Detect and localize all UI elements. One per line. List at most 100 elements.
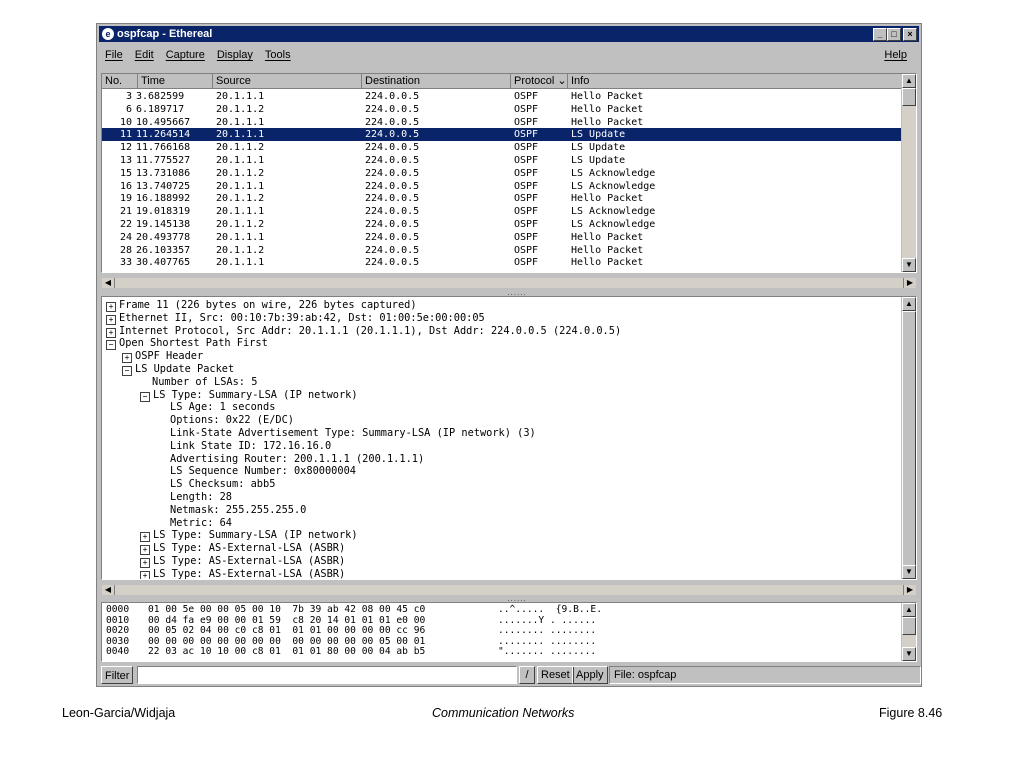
packet-cell-proto: OSPF	[514, 129, 539, 141]
tree-node[interactable]: Netmask: 255.255.255.0	[170, 504, 306, 517]
filter-edit-icon[interactable]: /	[519, 666, 535, 684]
hex-scrollbar[interactable]: ▲ ▼	[901, 603, 916, 661]
collapse-icon[interactable]: −	[106, 340, 116, 351]
scroll-thumb[interactable]	[902, 88, 916, 106]
scroll-thumb[interactable]	[902, 617, 916, 635]
packet-cell-no: 19	[119, 193, 132, 205]
filter-input[interactable]	[137, 666, 517, 684]
expand-icon[interactable]: +	[140, 558, 150, 568]
expand-icon[interactable]: +	[122, 353, 132, 364]
tree-node[interactable]: + Ethernet II, Src: 00:10:7b:39:ab:42, Ds…	[106, 312, 485, 325]
scroll-left-icon[interactable]: ◀	[102, 278, 115, 288]
packet-list-scrollbar[interactable]: ▲ ▼	[901, 74, 916, 272]
scroll-left-icon[interactable]: ◀	[102, 585, 115, 595]
packet-cell-info: Hello Packet	[571, 193, 644, 205]
menu-file[interactable]: File	[105, 49, 123, 61]
tree-node[interactable]: Number of LSAs: 5	[152, 376, 257, 389]
tree-scrollbar[interactable]: ▲ ▼	[901, 297, 916, 579]
packet-row[interactable]: 24 20.493778 20.1.1.1 224.0.0.5 OSPF Hello Pa…	[102, 231, 902, 244]
menu-tools[interactable]: Tools	[265, 49, 291, 61]
packet-cell-dst: 224.0.0.5	[365, 219, 420, 230]
title-bar[interactable]: e ospfcap - Ethereal _ □ ×	[99, 26, 919, 42]
scroll-down-icon[interactable]: ▼	[902, 258, 916, 272]
expand-icon[interactable]: +	[140, 532, 150, 543]
tree-node-label: Open Shortest Path First	[119, 337, 268, 350]
scroll-thumb[interactable]	[902, 311, 916, 567]
tree-node[interactable]: − LS Type: Summary-LSA (IP network)	[140, 389, 358, 402]
maximize-button[interactable]: □	[887, 28, 901, 41]
packet-row[interactable]: 22 19.145138 20.1.1.2 224.0.0.5 OSPF LS Ackno…	[102, 218, 902, 231]
tree-node[interactable]: + OSPF Header	[122, 350, 203, 364]
packet-cell-dst: 224.0.0.5	[365, 91, 420, 102]
menu-capture[interactable]: Capture	[166, 49, 205, 61]
tree-node[interactable]: Metric: 64	[170, 517, 232, 530]
packet-row[interactable]: 3 3.682599 20.1.1.1 224.0.0.5 OSPF Hello Pack…	[102, 90, 902, 103]
packet-row[interactable]: 33 30.407765 20.1.1.1 224.0.0.5 OSPF Hello Pa…	[102, 256, 902, 269]
packet-cell-info: Hello Packet	[571, 91, 644, 102]
packet-cell-info: LS Update	[571, 129, 626, 141]
tree-node-label: Length: 28	[170, 491, 232, 503]
tree-node[interactable]: − Open Shortest Path First	[106, 337, 268, 351]
tree-node[interactable]: Length: 28	[170, 491, 232, 504]
scroll-right-icon[interactable]: ▶	[903, 278, 916, 288]
tree-node[interactable]: Advertising Router: 200.1.1.1 (200.1.1.1…	[170, 453, 424, 466]
packet-row[interactable]: 11 11.264514 20.1.1.1 224.0.0.5 OSPF LS Updat…	[102, 128, 902, 142]
column-header-info[interactable]: Info	[568, 74, 902, 89]
packet-row[interactable]: 15 13.731086 20.1.1.2 224.0.0.5 OSPF LS Ackno…	[102, 167, 902, 180]
packet-row[interactable]: 19 16.188992 20.1.1.2 224.0.0.5 OSPF Hello Pa…	[102, 192, 902, 205]
tree-node[interactable]: Link State ID: 172.16.16.0	[170, 440, 331, 453]
filter-button[interactable]: Filter	[101, 666, 134, 684]
expand-icon[interactable]: +	[106, 302, 116, 312]
packet-row[interactable]: 21 19.018319 20.1.1.1 224.0.0.5 OSPF LS Ackno…	[102, 205, 902, 218]
minimize-button[interactable]: _	[873, 28, 887, 41]
tree-node-label: LS Type: AS-External-LSA (ASBR)	[153, 555, 346, 567]
tree-node[interactable]: LS Sequence Number: 0x80000004	[170, 465, 356, 478]
apply-button[interactable]: Apply	[572, 666, 608, 684]
tree-node[interactable]: + LS Type: AS-External-LSA (ASBR)	[140, 555, 345, 568]
collapse-icon[interactable]: −	[122, 366, 132, 376]
column-header-no[interactable]: No.	[102, 74, 138, 89]
tree-node[interactable]: + Frame 11 (226 bytes on wire, 226 bytes …	[106, 299, 417, 312]
packet-row[interactable]: 28 26.103357 20.1.1.2 224.0.0.5 OSPF Hello Pa…	[102, 244, 902, 257]
tree-node[interactable]: + LS Type: Summary-LSA (IP network)	[140, 529, 358, 543]
scroll-down-icon[interactable]: ▼	[902, 647, 916, 661]
column-header-protocol[interactable]: Protocol ⌄	[511, 74, 568, 89]
column-header-destination[interactable]: Destination	[362, 74, 511, 89]
scroll-right-icon[interactable]: ▶	[903, 585, 916, 595]
tree-node[interactable]: LS Age: 1 seconds	[170, 401, 275, 414]
tree-node-label: Advertising Router: 200.1.1.1 (200.1.1.1…	[170, 452, 425, 465]
packet-cell-info: LS Acknowledge	[571, 206, 656, 218]
hex-ascii: "....... ........	[498, 646, 597, 658]
tree-node[interactable]: + LS Type: AS-External-LSA (ASBR)	[140, 568, 345, 579]
expand-icon[interactable]: +	[106, 327, 116, 338]
tree-node[interactable]: Options: 0x22 (E/DC)	[170, 414, 294, 427]
tree-node[interactable]: + Internet Protocol, Src Addr: 20.1.1.1 (…	[106, 325, 621, 338]
menu-display[interactable]: Display	[217, 49, 253, 61]
packet-cell-src: 20.1.1.1	[216, 155, 265, 166]
tree-node-label: Frame 11 (226 bytes on wire, 226 bytes c…	[119, 299, 417, 311]
expand-icon[interactable]: +	[106, 314, 116, 325]
tree-node[interactable]: Link-State Advertisement Type: Summary-L…	[170, 427, 536, 440]
scroll-up-icon[interactable]: ▲	[902, 603, 916, 617]
scroll-up-icon[interactable]: ▲	[902, 74, 916, 88]
packet-row[interactable]: 12 11.766168 20.1.1.2 224.0.0.5 OSPF LS Updat…	[102, 141, 902, 154]
menu-help[interactable]: Help	[884, 44, 907, 66]
close-button[interactable]: ×	[903, 28, 917, 41]
menu-edit[interactable]: Edit	[135, 49, 154, 61]
scroll-down-icon[interactable]: ▼	[902, 565, 916, 579]
tree-node[interactable]: + LS Type: AS-External-LSA (ASBR)	[140, 542, 345, 556]
column-header-source[interactable]: Source	[213, 74, 362, 89]
scroll-up-icon[interactable]: ▲	[902, 297, 916, 311]
expand-icon[interactable]: +	[140, 570, 150, 579]
packet-row[interactable]: 16 13.740725 20.1.1.1 224.0.0.5 OSPF LS Ackno…	[102, 180, 902, 193]
packet-row[interactable]: 6 6.189717 20.1.1.2 224.0.0.5 OSPF Hello Pack…	[102, 103, 902, 116]
expand-icon[interactable]: +	[140, 545, 150, 556]
column-header-time[interactable]: Time	[138, 74, 213, 89]
status-bar: Filter / Reset Apply File: ospfcap	[101, 666, 921, 684]
reset-button[interactable]: Reset	[537, 666, 574, 684]
tree-node[interactable]: LS Checksum: abb5	[170, 478, 275, 491]
tree-node[interactable]: − LS Update Packet	[122, 363, 234, 376]
collapse-icon[interactable]: −	[140, 391, 150, 402]
packet-row[interactable]: 10 10.495667 20.1.1.1 224.0.0.5 OSPF Hello Pa…	[102, 116, 902, 129]
packet-row[interactable]: 13 11.775527 20.1.1.1 224.0.0.5 OSPF LS Updat…	[102, 154, 902, 167]
